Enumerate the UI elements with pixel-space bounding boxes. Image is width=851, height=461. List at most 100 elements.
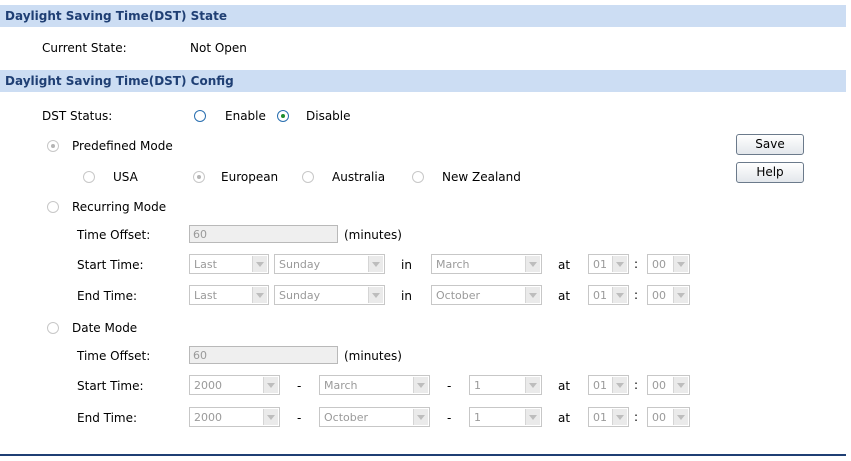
date-start-hour-select[interactable]: 01 [588,375,629,395]
recurring-start-in-label: in [401,258,412,272]
recurring-start-day-select[interactable]: Sunday [274,254,385,274]
help-button[interactable]: Help [736,162,804,183]
predefined-australia-label: Australia [332,170,386,184]
predefined-mode-radio[interactable] [47,140,59,152]
date-start-at-label: at [558,379,571,393]
date-end-day-value: 1 [474,411,481,424]
dst-config-header: Daylight Saving Time(DST) Config [0,70,846,92]
dst-status-label: DST Status: [42,109,113,123]
recurring-end-week-select[interactable]: Last [189,285,269,305]
chevron-down-icon [612,377,627,393]
date-start-day-select[interactable]: 1 [469,375,542,395]
recurring-start-month-select[interactable]: March [431,254,542,274]
chevron-down-icon [525,256,540,272]
date-end-year-select[interactable]: 2000 [189,407,280,427]
date-end-hour-value: 01 [593,411,607,424]
chevron-down-icon [252,256,267,272]
chevron-down-icon [673,377,688,393]
chevron-down-icon [673,409,688,425]
date-mode-label: Date Mode [72,321,138,335]
date-start-hour-value: 01 [593,379,607,392]
chevron-down-icon [612,256,627,272]
recurring-start-minute-select[interactable]: 00 [647,254,690,274]
recurring-end-colon: : [634,288,639,302]
bottom-divider [0,454,846,456]
recurring-start-at-label: at [558,258,571,272]
recurring-start-day-value: Sunday [279,258,321,271]
predefined-newzealand-label: New Zealand [442,170,521,184]
recurring-end-month-value: October [436,289,481,302]
chevron-down-icon [525,409,540,425]
chevron-down-icon [612,287,627,303]
date-end-month-value: October [324,411,369,424]
recurring-end-at-label: at [558,289,571,303]
recurring-mode-radio[interactable] [47,201,59,213]
dst-config-title: Daylight Saving Time(DST) Config [5,74,234,88]
recurring-start-minute-value: 00 [652,258,666,271]
dst-enable-radio[interactable] [194,110,206,122]
recurring-end-month-select[interactable]: October [431,285,542,305]
predefined-newzealand-radio[interactable] [412,171,424,183]
recurring-end-label: End Time: [77,289,138,303]
chevron-down-icon [612,409,627,425]
date-end-dash-1: - [297,411,302,425]
recurring-end-minute-value: 00 [652,289,666,302]
chevron-down-icon [368,287,383,303]
recurring-end-day-select[interactable]: Sunday [274,285,385,305]
date-start-month-select[interactable]: March [319,375,430,395]
date-start-day-value: 1 [474,379,481,392]
chevron-down-icon [525,287,540,303]
date-start-minute-select[interactable]: 00 [647,375,690,395]
current-state-label: Current State: [42,41,127,55]
dst-disable-radio[interactable] [277,110,289,122]
date-end-minute-select[interactable]: 00 [647,407,690,427]
date-end-day-select[interactable]: 1 [469,407,542,427]
date-start-year-select[interactable]: 2000 [189,375,280,395]
dst-state-title: Daylight Saving Time(DST) State [5,9,227,23]
date-start-month-value: March [324,379,358,392]
recurring-end-day-value: Sunday [279,289,321,302]
save-button[interactable]: Save [736,134,804,155]
recurring-start-week-select[interactable]: Last [189,254,269,274]
date-time-offset-input[interactable]: 60 [189,346,338,364]
chevron-down-icon [673,256,688,272]
recurring-end-hour-value: 01 [593,289,607,302]
recurring-time-offset-input[interactable]: 60 [189,225,338,243]
date-minutes-label: (minutes) [344,349,402,363]
date-start-year-value: 2000 [194,379,222,392]
recurring-end-minute-select[interactable]: 00 [647,285,690,305]
recurring-end-hour-select[interactable]: 01 [588,285,629,305]
chevron-down-icon [413,377,428,393]
predefined-australia-radio[interactable] [302,171,314,183]
recurring-start-hour-select[interactable]: 01 [588,254,629,274]
chevron-down-icon [263,377,278,393]
predefined-european-radio[interactable] [193,171,205,183]
recurring-start-colon: : [634,257,639,271]
date-end-hour-select[interactable]: 01 [588,407,629,427]
date-end-month-select[interactable]: October [319,407,430,427]
predefined-usa-label: USA [113,170,138,184]
date-start-dash-2: - [447,379,452,393]
chevron-down-icon [252,287,267,303]
chevron-down-icon [368,256,383,272]
date-end-year-value: 2000 [194,411,222,424]
current-state-value: Not Open [190,41,247,55]
date-end-label: End Time: [77,411,138,425]
date-mode-radio[interactable] [47,322,59,334]
recurring-end-in-label: in [401,289,412,303]
date-start-minute-value: 00 [652,379,666,392]
recurring-time-offset-label: Time Offset: [77,228,151,242]
predefined-usa-radio[interactable] [83,171,95,183]
date-time-offset-label: Time Offset: [77,349,151,363]
dst-disable-label: Disable [306,109,351,123]
date-start-dash-1: - [297,379,302,393]
chevron-down-icon [263,409,278,425]
date-end-colon: : [634,410,639,424]
chevron-down-icon [673,287,688,303]
recurring-start-week-value: Last [194,258,217,271]
recurring-minutes-label: (minutes) [344,228,402,242]
dst-state-header: Daylight Saving Time(DST) State [0,5,846,27]
recurring-start-label: Start Time: [77,258,144,272]
recurring-mode-label: Recurring Mode [72,200,167,214]
date-start-colon: : [634,378,639,392]
